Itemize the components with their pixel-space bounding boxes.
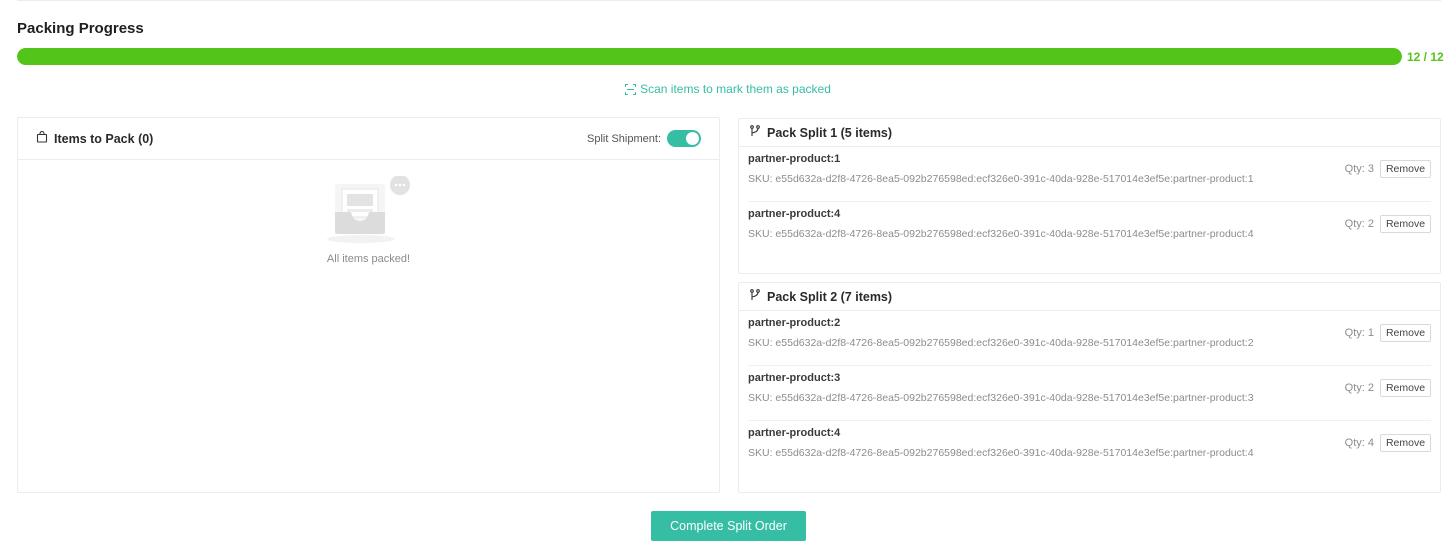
pack-split-1-title: Pack Split 1 (5 items) (767, 125, 893, 140)
item-name: partner-product:4 (748, 427, 841, 439)
item-name: partner-product:1 (748, 153, 841, 165)
item-qty: Qty: 3 (1344, 163, 1374, 175)
scan-hint-text: Scan items to mark them as packed (640, 82, 831, 96)
pack-split-1-header: Pack Split 1 (5 items) (739, 119, 1440, 147)
complete-split-order-button[interactable]: Complete Split Order (651, 511, 806, 541)
item-sku: SKU: e55d632a-d2f8-4726-8ea5-092b276598e… (748, 447, 1254, 459)
scan-icon (625, 84, 637, 98)
item-name: partner-product:4 (748, 208, 841, 220)
page-title: Packing Progress (17, 20, 144, 37)
remove-button[interactable]: Remove (1380, 215, 1431, 233)
split-shipment-toggle[interactable] (667, 130, 701, 147)
remove-button[interactable]: Remove (1380, 379, 1431, 397)
scan-hint: Scan items to mark them as packed (0, 82, 1456, 98)
empty-inbox-icon (326, 175, 410, 243)
item-qty: Qty: 2 (1344, 218, 1374, 230)
pack-split-2-header: Pack Split 2 (7 items) (739, 283, 1440, 311)
pack-split-2-panel: Pack Split 2 (7 items) partner-product:2… (738, 282, 1441, 493)
items-to-pack-header: Items to Pack (0) Split Shipment: (18, 118, 719, 160)
split-item: partner-product:3 SKU: e55d632a-d2f8-472… (748, 366, 1431, 421)
pack-split-2-title: Pack Split 2 (7 items) (767, 289, 893, 304)
empty-state-text: All items packed! (326, 253, 411, 265)
item-sku: SKU: e55d632a-d2f8-4726-8ea5-092b276598e… (748, 173, 1254, 185)
packing-progress-fill (17, 48, 1402, 65)
split-shipment-label: Split Shipment: (587, 132, 661, 145)
empty-state: All items packed! (18, 175, 719, 265)
item-qty: Qty: 4 (1344, 437, 1374, 449)
split-item: partner-product:4 SKU: e55d632a-d2f8-472… (748, 202, 1431, 257)
item-name: partner-product:3 (748, 372, 841, 384)
item-sku: SKU: e55d632a-d2f8-4726-8ea5-092b276598e… (748, 392, 1254, 404)
remove-button[interactable]: Remove (1380, 324, 1431, 342)
shopping-bag-icon (36, 130, 48, 148)
items-to-pack-title: Items to Pack (0) (54, 131, 154, 146)
remove-button[interactable]: Remove (1380, 434, 1431, 452)
item-sku: SKU: e55d632a-d2f8-4726-8ea5-092b276598e… (748, 228, 1254, 240)
split-item: partner-product:2 SKU: e55d632a-d2f8-472… (748, 311, 1431, 366)
branch-icon (749, 288, 761, 306)
split-item: partner-product:1 SKU: e55d632a-d2f8-472… (748, 147, 1431, 202)
item-sku: SKU: e55d632a-d2f8-4726-8ea5-092b276598e… (748, 337, 1254, 349)
top-divider (17, 0, 1441, 1)
item-qty: Qty: 2 (1344, 382, 1374, 394)
item-qty: Qty: 1 (1344, 327, 1374, 339)
pack-split-1-panel: Pack Split 1 (5 items) partner-product:1… (738, 118, 1441, 274)
packing-progress-bar (17, 48, 1402, 65)
remove-button[interactable]: Remove (1380, 160, 1431, 178)
items-to-pack-panel: Items to Pack (0) Split Shipment: All it… (17, 117, 720, 493)
toggle-knob (686, 132, 699, 145)
branch-icon (749, 124, 761, 142)
item-name: partner-product:2 (748, 317, 841, 329)
packing-progress-count: 12 / 12 (1407, 50, 1444, 64)
split-item: partner-product:4 SKU: e55d632a-d2f8-472… (748, 421, 1431, 476)
